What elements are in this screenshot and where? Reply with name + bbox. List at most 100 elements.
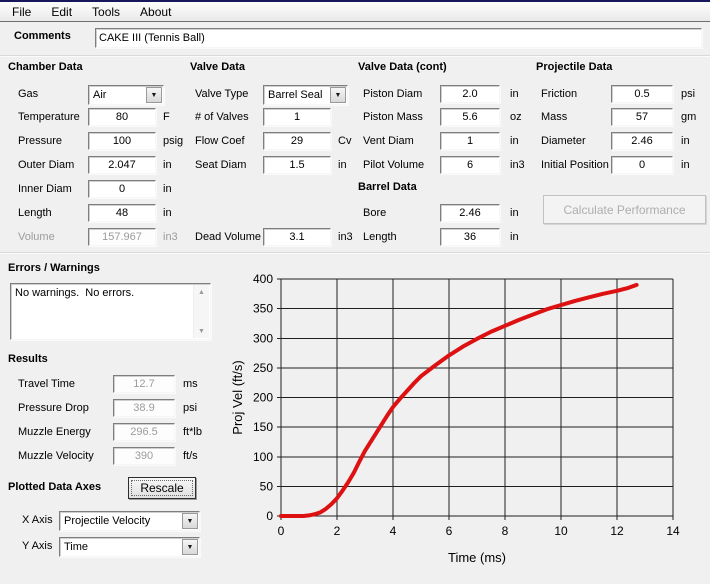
rescale-button[interactable]: Rescale bbox=[128, 477, 196, 499]
menu-tools[interactable]: Tools bbox=[82, 3, 130, 21]
gas-select[interactable]: Air ▼ bbox=[88, 85, 164, 105]
outer-diam-unit: in bbox=[163, 159, 172, 171]
inner-diam-label: Inner Diam bbox=[18, 183, 72, 195]
piston-diam-input[interactable] bbox=[440, 85, 500, 103]
valve-type-select[interactable]: Barrel Seal ▼ bbox=[263, 85, 348, 105]
friction-input[interactable] bbox=[611, 85, 673, 103]
errors-warnings-textarea[interactable]: No warnings. No errors. ▲ ▼ bbox=[10, 283, 211, 340]
comments-label: Comments bbox=[14, 30, 71, 42]
initial-position-label: Initial Position bbox=[541, 159, 609, 171]
dead-volume-unit: in3 bbox=[338, 231, 353, 243]
piston-mass-unit: oz bbox=[510, 111, 522, 123]
svg-text:14: 14 bbox=[666, 524, 680, 538]
svg-text:400: 400 bbox=[253, 272, 273, 286]
dropdown-arrow-icon[interactable]: ▼ bbox=[330, 87, 346, 103]
travel-time-label: Travel Time bbox=[18, 378, 75, 390]
comments-input[interactable] bbox=[95, 28, 702, 48]
outer-diam-label: Outer Diam bbox=[18, 159, 74, 171]
dropdown-arrow-icon[interactable]: ▼ bbox=[182, 513, 198, 529]
svg-text:8: 8 bbox=[502, 524, 509, 538]
dead-volume-label: Dead Volume bbox=[195, 231, 261, 243]
temperature-input[interactable] bbox=[88, 108, 156, 126]
chamber-data-title: Chamber Data bbox=[8, 61, 83, 73]
pilot-volume-input[interactable] bbox=[440, 156, 500, 174]
bore-label: Bore bbox=[363, 207, 386, 219]
flow-coef-input[interactable] bbox=[263, 132, 331, 150]
volume-unit: in3 bbox=[163, 231, 178, 243]
barrel-length-input[interactable] bbox=[440, 228, 500, 246]
volume-label: Volume bbox=[18, 231, 55, 243]
bore-input[interactable] bbox=[440, 204, 500, 222]
x-axis-select[interactable]: Projectile Velocity ▼ bbox=[59, 511, 200, 531]
mass-input[interactable] bbox=[611, 108, 673, 126]
y-axis-selected-value: Time bbox=[64, 541, 88, 553]
mass-label: Mass bbox=[541, 111, 567, 123]
chamber-length-label: Length bbox=[18, 207, 52, 219]
errors-warnings-title: Errors / Warnings bbox=[8, 262, 100, 274]
dropdown-arrow-icon[interactable]: ▼ bbox=[182, 539, 198, 555]
initial-position-unit: in bbox=[681, 159, 690, 171]
errors-scrollbar[interactable]: ▲ ▼ bbox=[193, 285, 209, 338]
velocity-time-chart: 02468101214050100150200250300350400Time … bbox=[230, 262, 706, 582]
svg-text:Proj Vel (ft/s): Proj Vel (ft/s) bbox=[230, 360, 245, 434]
dropdown-arrow-icon[interactable]: ▼ bbox=[146, 87, 162, 103]
initial-position-input[interactable] bbox=[611, 156, 673, 174]
svg-text:12: 12 bbox=[610, 524, 624, 538]
inner-diam-unit: in bbox=[163, 183, 172, 195]
diameter-input[interactable] bbox=[611, 132, 673, 150]
pressure-input[interactable] bbox=[88, 132, 156, 150]
results-title: Results bbox=[8, 353, 48, 365]
pilot-volume-unit: in3 bbox=[510, 159, 525, 171]
vent-diam-unit: in bbox=[510, 135, 519, 147]
vent-diam-input[interactable] bbox=[440, 132, 500, 150]
muzzle-velocity-unit: ft/s bbox=[183, 450, 198, 462]
piston-diam-unit: in bbox=[510, 88, 519, 100]
menu-file[interactable]: File bbox=[2, 3, 41, 21]
chamber-length-unit: in bbox=[163, 207, 172, 219]
scroll-down-icon[interactable]: ▼ bbox=[194, 324, 209, 338]
piston-mass-label: Piston Mass bbox=[363, 111, 423, 123]
svg-text:10: 10 bbox=[554, 524, 568, 538]
svg-text:2: 2 bbox=[334, 524, 341, 538]
svg-text:350: 350 bbox=[253, 302, 273, 316]
svg-text:4: 4 bbox=[390, 524, 397, 538]
x-axis-label: X Axis bbox=[22, 514, 53, 526]
dead-volume-input[interactable] bbox=[263, 228, 331, 246]
y-axis-label: Y Axis bbox=[22, 540, 52, 552]
bore-unit: in bbox=[510, 207, 519, 219]
flow-coef-label: Flow Coef bbox=[195, 135, 245, 147]
inner-diam-input[interactable] bbox=[88, 180, 156, 198]
rescale-button-label: Rescale bbox=[140, 481, 183, 495]
y-axis-select[interactable]: Time ▼ bbox=[59, 537, 200, 557]
svg-text:Time (ms): Time (ms) bbox=[448, 550, 506, 565]
barrel-data-title: Barrel Data bbox=[358, 181, 417, 193]
vent-diam-label: Vent Diam bbox=[363, 135, 414, 147]
svg-text:6: 6 bbox=[446, 524, 453, 538]
outer-diam-input[interactable] bbox=[88, 156, 156, 174]
svg-text:0: 0 bbox=[278, 524, 285, 538]
mass-unit: gm bbox=[681, 111, 696, 123]
friction-label: Friction bbox=[541, 88, 577, 100]
barrel-length-unit: in bbox=[510, 231, 519, 243]
calculate-performance-button[interactable]: Calculate Performance bbox=[543, 195, 706, 224]
menu-edit[interactable]: Edit bbox=[41, 3, 82, 21]
separator bbox=[0, 252, 710, 253]
svg-text:300: 300 bbox=[253, 331, 273, 345]
chamber-length-input[interactable] bbox=[88, 204, 156, 222]
piston-mass-input[interactable] bbox=[440, 108, 500, 126]
seat-diam-label: Seat Diam bbox=[195, 159, 246, 171]
travel-time-unit: ms bbox=[183, 378, 198, 390]
muzzle-energy-label: Muzzle Energy bbox=[18, 426, 91, 438]
temperature-unit: F bbox=[163, 111, 170, 123]
svg-text:150: 150 bbox=[253, 420, 273, 434]
separator bbox=[0, 55, 710, 56]
seat-diam-unit: in bbox=[338, 159, 347, 171]
scroll-up-icon[interactable]: ▲ bbox=[194, 285, 209, 299]
pressure-label: Pressure bbox=[18, 135, 62, 147]
num-valves-input[interactable] bbox=[263, 108, 331, 126]
svg-text:200: 200 bbox=[253, 391, 273, 405]
valve-data-title: Valve Data bbox=[190, 61, 245, 73]
menu-about[interactable]: About bbox=[130, 3, 181, 21]
seat-diam-input[interactable] bbox=[263, 156, 331, 174]
muzzle-energy-display bbox=[113, 423, 175, 441]
